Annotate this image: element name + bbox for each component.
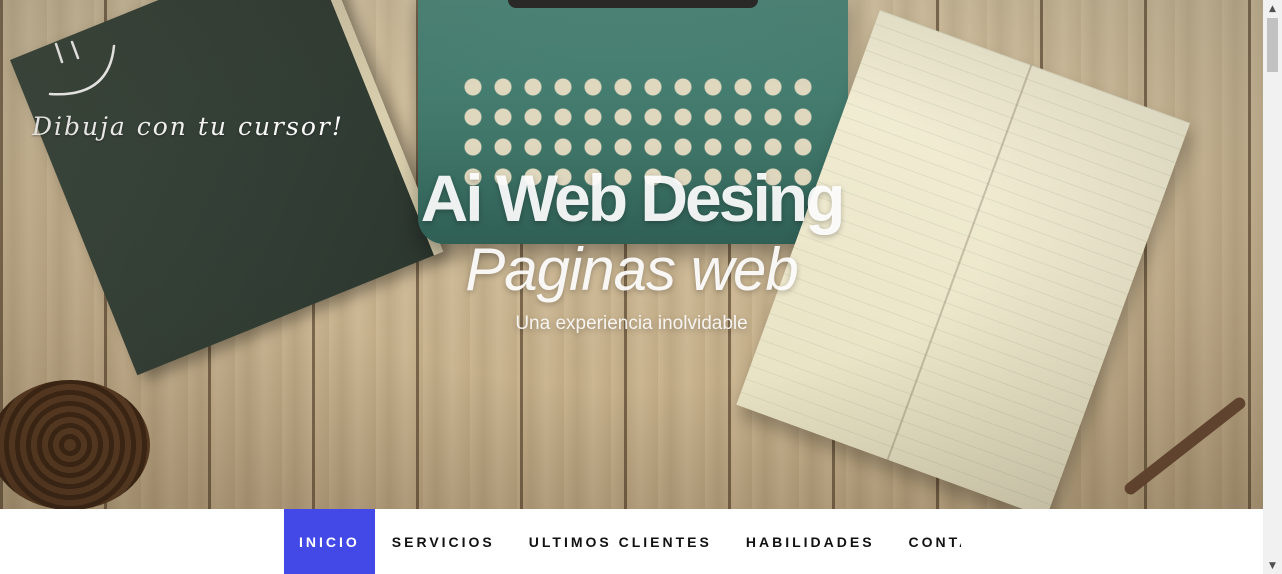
vertical-scrollbar[interactable]: ▲ ▼	[1263, 0, 1282, 574]
scroll-down-icon[interactable]: ▼	[1263, 557, 1282, 574]
pinecone-image	[0, 380, 150, 509]
nav-item-habilidades[interactable]: HABILIDADES	[729, 509, 892, 574]
nav-item-contacto[interactable]: CONTACTO	[892, 509, 961, 574]
hero-title: Ai Web Desing	[420, 161, 846, 235]
scroll-up-icon[interactable]: ▲	[1263, 0, 1282, 17]
nav-item-ultimos-clientes[interactable]: ULTIMOS CLIENTES	[512, 509, 729, 574]
nav-item-servicios[interactable]: SERVICIOS	[375, 509, 512, 574]
nav-menu: INICIO SERVICIOS ULTIMOS CLIENTES HABILI…	[284, 509, 961, 574]
hero-section: Dibuja con tu cursor! Ai Web Desing Pagi…	[0, 0, 1263, 509]
nav-item-inicio[interactable]: INICIO	[284, 509, 375, 574]
draw-hint: Dibuja con tu cursor!	[32, 112, 344, 141]
typewriter-paper-slot	[508, 0, 758, 8]
stick-image	[1122, 395, 1248, 497]
hero-subtitle: Paginas web	[465, 236, 799, 303]
main-navbar: INICIO SERVICIOS ULTIMOS CLIENTES HABILI…	[0, 509, 1263, 574]
scroll-thumb[interactable]	[1267, 18, 1278, 72]
smile-doodle-icon	[48, 40, 116, 96]
hero-tagline: Una experiencia inolvidable	[515, 313, 748, 334]
